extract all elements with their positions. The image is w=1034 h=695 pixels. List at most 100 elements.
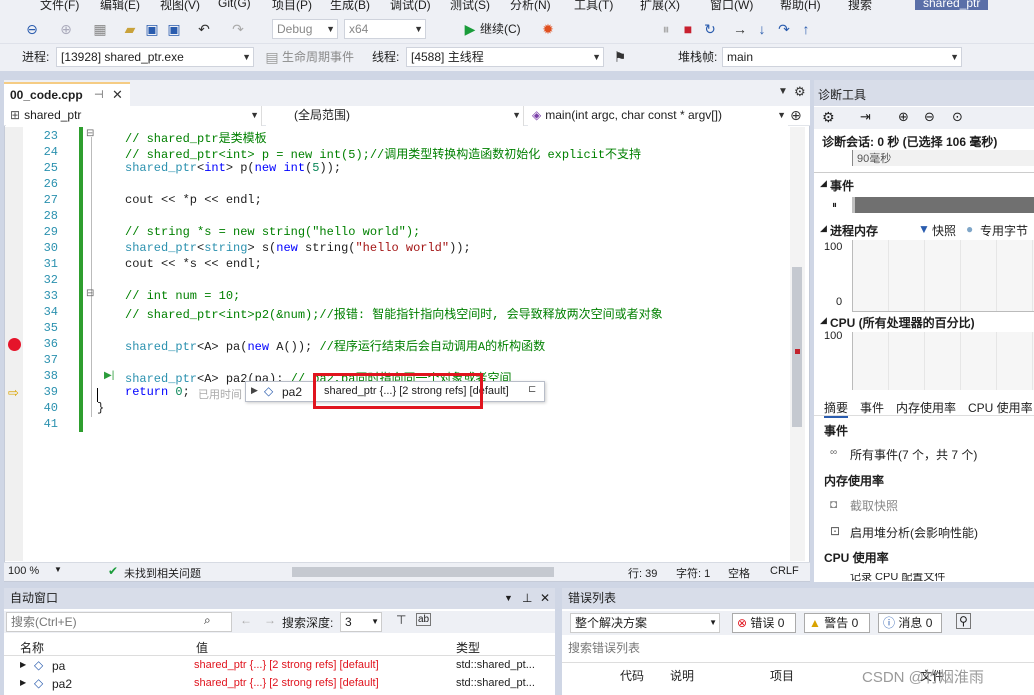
take-snapshot-button[interactable]: 截取快照 (850, 497, 898, 514)
code-line[interactable]: return 0; (125, 385, 190, 399)
tab-summary[interactable]: 摘要 (824, 399, 849, 418)
record-cpu-button[interactable]: 记录 CPU 配置文件 (850, 573, 945, 581)
col-description[interactable]: 说明 (670, 667, 694, 684)
messages-filter-button[interactable]: ⓘ 消息 0 (878, 613, 942, 633)
tab-overflow-icon[interactable]: ▼ (778, 86, 788, 97)
tab-events[interactable]: 事件 (860, 399, 884, 416)
code-line[interactable]: } (97, 401, 104, 415)
memory-graph[interactable] (852, 240, 1034, 312)
errors-filter-button[interactable]: ⊗ 错误 0 (732, 613, 796, 633)
tab-00-code-cpp[interactable]: 00_code.cpp ⊣ ✕ (4, 82, 130, 106)
back-icon[interactable]: ⊖ (22, 19, 42, 39)
code-line[interactable]: cout << *p << endl; (125, 193, 262, 207)
save-icon[interactable]: ▣ (142, 19, 162, 39)
code-line[interactable]: shared_ptr<string> s(new string("hello w… (125, 241, 471, 255)
run-to-cursor-icon[interactable]: ▶| (104, 370, 114, 381)
line-ending[interactable]: CRLF (770, 565, 799, 577)
collapse-icon[interactable]: ◢ (820, 315, 827, 326)
thread-select[interactable]: [4588] 主线程 ▼ (406, 47, 604, 67)
row-value[interactable]: shared_ptr {...} [2 strong refs] [defaul… (194, 677, 379, 689)
error-search-input[interactable]: 搜索错误列表 (564, 638, 1032, 658)
breakpoint-icon[interactable] (8, 338, 21, 351)
menu-edit[interactable]: 编辑(E) (100, 0, 140, 13)
scroll-thumb[interactable] (792, 267, 802, 427)
save-all-icon[interactable]: ▣ (164, 19, 184, 39)
all-events-link[interactable]: 所有事件(7 个，共 7 个) (850, 446, 977, 463)
search-menu[interactable]: 搜索 (848, 0, 872, 13)
new-item-icon[interactable]: ▦ (90, 19, 110, 39)
pause-icon[interactable]: ⏸ (656, 19, 676, 39)
col-code[interactable]: 代码 (620, 667, 644, 684)
chevron-down-icon[interactable]: ▼ (54, 565, 62, 574)
autos-search-input[interactable]: 搜索(Ctrl+E) (6, 612, 232, 632)
undo-icon[interactable]: ↶ (194, 19, 214, 39)
pin-icon[interactable]: ⊥ (522, 588, 532, 609)
indent-mode[interactable]: 空格 (728, 565, 750, 581)
heap-analysis-button[interactable]: 启用堆分析(会影响性能) (850, 524, 978, 541)
zoom-in-icon[interactable]: ⊕ (898, 109, 909, 125)
project-nav-select[interactable]: ⊞ shared_ptr ▼ (6, 106, 262, 126)
pin-icon[interactable]: ⊣ (94, 88, 104, 101)
collapse-icon[interactable]: ◢ (820, 223, 827, 234)
config-select[interactable]: Debug ▼ (272, 19, 338, 39)
code-line[interactable]: // int num = 10; (125, 289, 240, 303)
platform-select[interactable]: x64 ▼ (344, 19, 426, 39)
code-line[interactable]: // shared_ptr是类模板 (125, 129, 267, 146)
redo-icon[interactable]: ↷ (228, 19, 248, 39)
export-icon[interactable]: ⇥ (860, 109, 871, 125)
menu-tools[interactable]: 工具(T) (574, 0, 613, 13)
back-arrow-icon[interactable]: ← (240, 613, 252, 627)
dropdown-icon[interactable]: ▼ (504, 588, 513, 609)
close-icon[interactable]: ✕ (540, 588, 550, 609)
search-icon[interactable]: ⌕ (204, 613, 211, 628)
col-value[interactable]: 值 (196, 639, 208, 656)
tab-cpu[interactable]: CPU 使用率 (968, 399, 1033, 416)
restart-icon[interactable]: ↻ (700, 19, 720, 39)
hex-display-icon[interactable]: ab (416, 613, 432, 626)
menu-window[interactable]: 窗口(W) (710, 0, 753, 13)
col-type[interactable]: 类型 (456, 639, 480, 656)
stack-frame-select[interactable]: main ▼ (722, 47, 962, 67)
tab-memory[interactable]: 内存使用率 (896, 399, 956, 416)
menu-build[interactable]: 生成(B) (330, 0, 370, 13)
close-icon[interactable]: ✕ (112, 87, 123, 103)
pin-icon[interactable]: ⊏ (528, 384, 536, 395)
settings-icon[interactable]: ⚙ (794, 84, 806, 100)
forward-icon[interactable]: ⊕ (56, 19, 76, 39)
expand-icon[interactable]: ▶ (20, 660, 26, 669)
collapse-icon[interactable]: ◢ (820, 178, 827, 189)
filter-icon[interactable]: ⚲ (956, 613, 971, 629)
menu-debug[interactable]: 调试(D) (390, 0, 431, 13)
hot-reload-icon[interactable]: ✹ (538, 19, 558, 39)
reset-zoom-icon[interactable]: ⊙ (952, 109, 963, 125)
pin-column-icon[interactable]: ⊤ (396, 613, 406, 627)
pause-icon[interactable]: ⏸ (832, 200, 837, 211)
code-line[interactable]: // string *s = new string("hello world")… (125, 225, 420, 239)
expand-icon[interactable]: ▶ (251, 385, 258, 396)
step-over-icon[interactable]: ↷ (774, 19, 794, 39)
menu-view[interactable]: 视图(V) (160, 0, 200, 13)
menu-help[interactable]: 帮助(H) (780, 0, 821, 13)
row-value[interactable]: shared_ptr {...} [2 strong refs] [defaul… (194, 659, 379, 671)
fold-marker-icon[interactable]: ⊟ (86, 288, 94, 299)
cpu-graph[interactable] (852, 332, 1034, 390)
stop-icon[interactable]: ■ (678, 19, 698, 39)
open-icon[interactable]: ▰ (120, 19, 140, 39)
forward-arrow-icon[interactable]: → (264, 613, 276, 627)
code-line[interactable]: cout << *s << endl; (125, 257, 262, 271)
col-project[interactable]: 项目 (770, 667, 794, 684)
continue-icon[interactable]: ▶ (460, 19, 480, 39)
vertical-scrollbar[interactable] (790, 127, 805, 561)
scope-nav-select[interactable]: (全局范围) ▼ (266, 106, 524, 126)
code-line[interactable]: shared_ptr<int> p(new int(5)); (125, 161, 341, 175)
split-icon[interactable]: ⊕ (790, 107, 802, 124)
zoom-level[interactable]: 100 % (8, 565, 39, 577)
table-row[interactable]: ▶ ◇ pa shared_ptr {...} [2 strong refs] … (4, 658, 555, 675)
flag-icon[interactable]: ⚑ (610, 47, 630, 67)
menu-test[interactable]: 测试(S) (450, 0, 490, 13)
expand-icon[interactable]: ▶ (20, 678, 26, 687)
warnings-filter-button[interactable]: ▲ 警告 0 (804, 613, 870, 633)
menu-project[interactable]: 项目(P) (272, 0, 312, 13)
code-line[interactable]: shared_ptr<A> pa(new A()); //程序运行结束后会自动调… (125, 337, 545, 354)
fold-marker-icon[interactable]: ⊟ (86, 128, 94, 139)
